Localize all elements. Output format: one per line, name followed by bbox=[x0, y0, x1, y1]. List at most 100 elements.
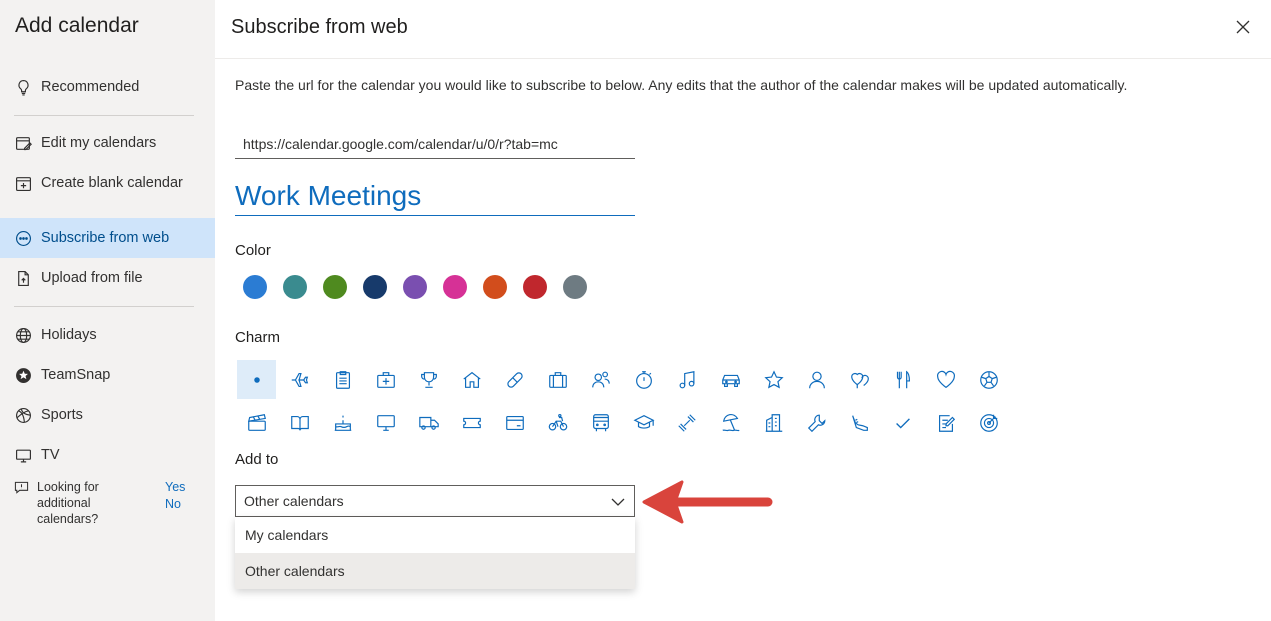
sidebar-item-edit-my-calendars[interactable]: Edit my calendars bbox=[0, 123, 215, 163]
option-other-calendars[interactable]: Other calendars bbox=[235, 553, 635, 589]
charm-book[interactable] bbox=[280, 403, 319, 442]
credit-card-icon bbox=[506, 415, 524, 430]
charm-pill[interactable] bbox=[496, 360, 535, 399]
file-icon bbox=[14, 269, 32, 287]
chevron-down-icon bbox=[611, 498, 625, 506]
charm-label: Charm bbox=[235, 329, 281, 346]
target-icon bbox=[980, 413, 998, 432]
charm-dumbbell[interactable] bbox=[668, 403, 707, 442]
add-to-options-list: My calendars Other calendars bbox=[235, 517, 635, 589]
color-swatch-green[interactable] bbox=[323, 275, 347, 299]
sidebar-item-label: Create blank calendar bbox=[41, 175, 183, 191]
charm-music[interactable] bbox=[668, 360, 707, 399]
charm-dining[interactable] bbox=[883, 360, 922, 399]
charm-credit-card[interactable] bbox=[496, 403, 535, 442]
sidebar-item-holidays[interactable]: Holidays bbox=[0, 315, 215, 355]
dumbbell-icon bbox=[678, 413, 697, 432]
charm-notepad[interactable] bbox=[927, 403, 966, 442]
charm-people[interactable] bbox=[582, 360, 621, 399]
charm-graduation[interactable] bbox=[625, 403, 664, 442]
charm-bicycle[interactable] bbox=[539, 403, 578, 442]
color-swatch-navy[interactable] bbox=[363, 275, 387, 299]
feedback-icon bbox=[14, 480, 32, 527]
charm-building[interactable] bbox=[754, 403, 793, 442]
description-text: Paste the url for the calendar you would… bbox=[235, 77, 1128, 93]
charm-truck[interactable] bbox=[409, 403, 448, 442]
sports-ball-icon bbox=[14, 406, 32, 424]
color-swatch-gray[interactable] bbox=[563, 275, 587, 299]
color-swatch-purple[interactable] bbox=[403, 275, 427, 299]
star-icon bbox=[764, 369, 784, 388]
charm-shoe[interactable] bbox=[840, 403, 879, 442]
trophy-icon bbox=[420, 371, 437, 388]
annotation-arrow bbox=[642, 480, 773, 524]
close-button[interactable] bbox=[1232, 16, 1254, 38]
truck-icon bbox=[419, 416, 439, 430]
edit-calendar-icon bbox=[14, 134, 32, 152]
charm-balloon[interactable] bbox=[840, 360, 879, 399]
home-icon bbox=[463, 371, 481, 388]
charm-clipboard[interactable] bbox=[323, 360, 362, 399]
color-swatch-blue[interactable] bbox=[243, 275, 267, 299]
clipboard-icon bbox=[335, 370, 350, 389]
lightbulb-icon bbox=[14, 78, 32, 96]
add-to-dropdown[interactable]: Other calendars bbox=[235, 485, 635, 517]
charm-briefcase[interactable] bbox=[539, 360, 578, 399]
color-swatch-red[interactable] bbox=[523, 275, 547, 299]
charm-star[interactable] bbox=[754, 360, 793, 399]
sidebar-item-sports[interactable]: Sports bbox=[0, 395, 215, 435]
monitor-icon bbox=[376, 414, 395, 431]
sidebar-item-tv[interactable]: TV bbox=[0, 435, 215, 475]
clapperboard-icon bbox=[247, 413, 266, 431]
feedback-no-link[interactable]: No bbox=[165, 496, 185, 513]
charm-bus[interactable] bbox=[582, 403, 621, 442]
calendar-name-input[interactable] bbox=[235, 177, 635, 216]
stopwatch-icon bbox=[636, 370, 653, 389]
charm-trophy[interactable] bbox=[409, 360, 448, 399]
charm-cake[interactable] bbox=[323, 403, 362, 442]
charm-stopwatch[interactable] bbox=[625, 360, 664, 399]
airplane-icon bbox=[291, 372, 308, 387]
tv-icon bbox=[14, 446, 32, 464]
color-swatch-orange[interactable] bbox=[483, 275, 507, 299]
charm-picker bbox=[237, 360, 1037, 446]
charm-target[interactable] bbox=[970, 403, 1009, 442]
sidebar-item-recommended[interactable]: Recommended bbox=[0, 67, 215, 107]
charm-soccer[interactable] bbox=[970, 360, 1009, 399]
first-aid-icon bbox=[376, 371, 395, 388]
charm-home[interactable] bbox=[452, 360, 491, 399]
charm-person[interactable] bbox=[797, 360, 836, 399]
charm-monitor[interactable] bbox=[366, 403, 405, 442]
beach-umbrella-icon bbox=[722, 413, 740, 431]
feedback-text: Looking for additional calendars? bbox=[37, 480, 99, 526]
briefcase-icon bbox=[549, 371, 568, 388]
calendar-url-input[interactable] bbox=[235, 130, 635, 159]
charm-checkmark[interactable] bbox=[883, 403, 922, 442]
car-icon bbox=[721, 374, 740, 387]
bus-icon bbox=[593, 413, 610, 431]
charm-clapper[interactable] bbox=[237, 403, 276, 442]
header-divider bbox=[215, 58, 1271, 59]
charm-airplane[interactable] bbox=[280, 360, 319, 399]
checkmark-icon bbox=[896, 417, 910, 429]
charm-wrench[interactable] bbox=[797, 403, 836, 442]
sidebar-divider bbox=[14, 115, 194, 116]
charm-first-aid[interactable] bbox=[366, 360, 405, 399]
building-icon bbox=[765, 413, 782, 432]
sidebar-item-upload-from-file[interactable]: Upload from file bbox=[0, 258, 215, 298]
globe-icon bbox=[14, 326, 32, 344]
color-swatch-teal[interactable] bbox=[283, 275, 307, 299]
charm-ticket[interactable] bbox=[452, 403, 491, 442]
sidebar-item-create-blank-calendar[interactable]: Create blank calendar bbox=[0, 163, 215, 203]
charm-car[interactable] bbox=[711, 360, 750, 399]
color-swatch-pink[interactable] bbox=[443, 275, 467, 299]
charm-beach[interactable] bbox=[711, 403, 750, 442]
charm-dot[interactable] bbox=[237, 360, 276, 399]
charm-heart[interactable] bbox=[927, 360, 966, 399]
add-to-selected-value: Other calendars bbox=[244, 493, 344, 509]
sidebar-item-label: Edit my calendars bbox=[41, 135, 157, 151]
sidebar-item-subscribe-from-web[interactable]: Subscribe from web bbox=[0, 218, 215, 258]
feedback-yes-link[interactable]: Yes bbox=[165, 479, 185, 496]
option-my-calendars[interactable]: My calendars bbox=[235, 517, 635, 553]
sidebar-item-teamsnap[interactable]: TeamSnap bbox=[0, 355, 215, 395]
